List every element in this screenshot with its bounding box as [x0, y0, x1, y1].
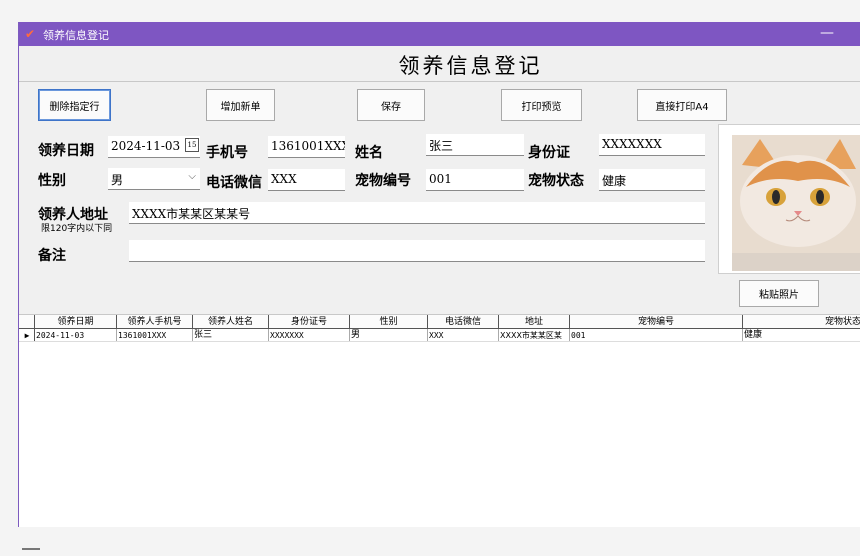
- phone-field[interactable]: 1361001XXX: [268, 136, 345, 158]
- photo-frame: [718, 124, 860, 274]
- adopt-date-label: 领养日期: [38, 143, 94, 159]
- save-button[interactable]: 保存: [357, 89, 425, 121]
- id-card-label: 身份证: [528, 145, 570, 161]
- chevron-down-icon[interactable]: ⌵: [188, 171, 196, 182]
- pet-status-field[interactable]: 健康: [599, 169, 705, 191]
- remark-field[interactable]: [129, 240, 705, 262]
- pet-no-field[interactable]: 001: [426, 169, 524, 191]
- cell-name[interactable]: 张三: [193, 329, 269, 341]
- pet-photo: [732, 135, 860, 271]
- page-title: 领养信息登记: [398, 54, 543, 78]
- col-id[interactable]: 身份证号: [269, 315, 350, 328]
- col-gender[interactable]: 性别: [350, 315, 428, 328]
- cell-phone[interactable]: 1361001XXX: [117, 329, 193, 341]
- page-header: 领养信息登记: [19, 46, 860, 82]
- col-name[interactable]: 领养人姓名: [193, 315, 269, 328]
- title-bar: ✔ 领养信息登记 —: [19, 22, 860, 46]
- table-row[interactable]: ▶ 2024-11-03 1361001XXX 张三 XXXXXXX 男 XXX…: [19, 329, 860, 342]
- delete-row-button[interactable]: 删除指定行: [38, 89, 111, 121]
- col-adopt-date[interactable]: 领养日期: [35, 315, 117, 328]
- adopt-date-value: 2024-11-03: [111, 139, 181, 153]
- remark-label: 备注: [38, 248, 66, 264]
- name-field[interactable]: 张三: [426, 134, 524, 156]
- cell-adopt-date[interactable]: 2024-11-03: [35, 329, 117, 341]
- main-window: ✔ 领养信息登记 — 领养信息登记 删除指定行 增加新单 保存 打印预览 直接打…: [18, 22, 860, 527]
- cell-pet-status[interactable]: 健康: [743, 329, 860, 341]
- records-table[interactable]: 领养日期 领养人手机号 领养人姓名 身份证号 性别 电话微信 地址 宠物编号 宠…: [19, 314, 860, 527]
- col-pet-status[interactable]: 宠物状态: [743, 315, 860, 328]
- phone-label: 手机号: [206, 145, 248, 161]
- calendar-icon[interactable]: 15: [185, 138, 199, 152]
- gender-label: 性别: [38, 173, 66, 189]
- wechat-field[interactable]: XXX: [268, 169, 345, 191]
- pet-no-label: 宠物编号: [355, 173, 411, 189]
- address-hint: 限120字内以下同: [41, 224, 113, 234]
- minimize-button[interactable]: —: [820, 25, 834, 41]
- table-header: 领养日期 领养人手机号 领养人姓名 身份证号 性别 电话微信 地址 宠物编号 宠…: [19, 315, 860, 329]
- row-header-corner: [19, 315, 35, 328]
- col-phone[interactable]: 领养人手机号: [117, 315, 193, 328]
- print-a4-button[interactable]: 直接打印A4: [637, 89, 727, 121]
- gender-value: 男: [111, 173, 124, 187]
- name-label: 姓名: [355, 145, 383, 161]
- app-icon: ✔: [25, 27, 36, 41]
- pet-status-label: 宠物状态: [528, 173, 584, 189]
- add-new-button[interactable]: 增加新单: [206, 89, 275, 121]
- address-field[interactable]: XXXX市某某区某某号: [129, 202, 705, 224]
- wechat-label: 电话微信: [206, 175, 262, 191]
- window-title: 领养信息登记: [43, 29, 109, 42]
- col-wechat[interactable]: 电话微信: [428, 315, 499, 328]
- adopt-date-field[interactable]: 2024-11-03 15: [108, 136, 200, 158]
- cell-id[interactable]: XXXXXXX: [269, 329, 350, 341]
- row-selector-icon[interactable]: ▶: [19, 329, 35, 341]
- cell-wechat[interactable]: XXX: [428, 329, 499, 341]
- print-preview-button[interactable]: 打印预览: [501, 89, 582, 121]
- cell-pet-no[interactable]: 001: [570, 329, 743, 341]
- id-card-field[interactable]: XXXXXXX: [599, 134, 705, 156]
- gender-select[interactable]: 男 ⌵: [108, 168, 200, 190]
- col-pet-no[interactable]: 宠物编号: [570, 315, 743, 328]
- taskbar-indicator: [22, 548, 40, 550]
- col-address[interactable]: 地址: [499, 315, 570, 328]
- paste-photo-button[interactable]: 粘贴照片: [739, 280, 819, 307]
- cell-gender[interactable]: 男: [350, 329, 428, 341]
- cell-address[interactable]: XXXX市某某区某: [499, 329, 570, 341]
- cat-photo-icon: [732, 135, 860, 271]
